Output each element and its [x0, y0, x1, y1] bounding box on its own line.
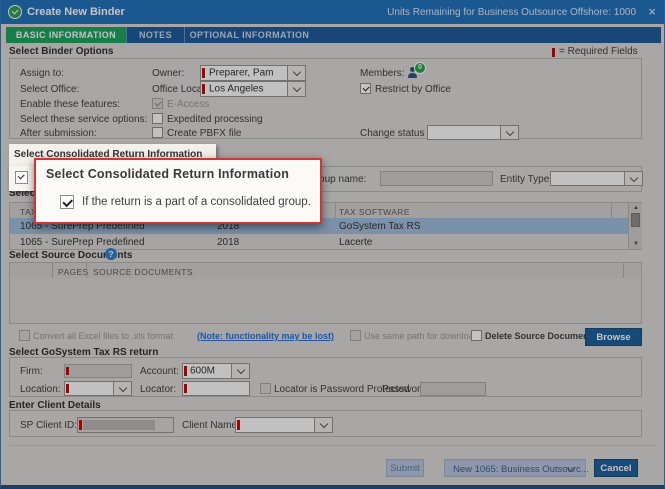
- popup-consolidated-checkbox[interactable]: [60, 195, 74, 209]
- create-new-binder-dialog: Create New Binder Units Remaining for Bu…: [0, 0, 665, 489]
- popup-title: Select Consolidated Return Information: [46, 167, 289, 181]
- consolidated-group-checkbox[interactable]: [15, 171, 28, 184]
- consolidated-checkbox-cutout: [9, 166, 34, 191]
- dim-overlay: [1, 0, 664, 485]
- consolidated-popup: Select Consolidated Return Information I…: [34, 158, 322, 224]
- popup-checkbox-label: If the return is a part of a consolidate…: [82, 196, 311, 208]
